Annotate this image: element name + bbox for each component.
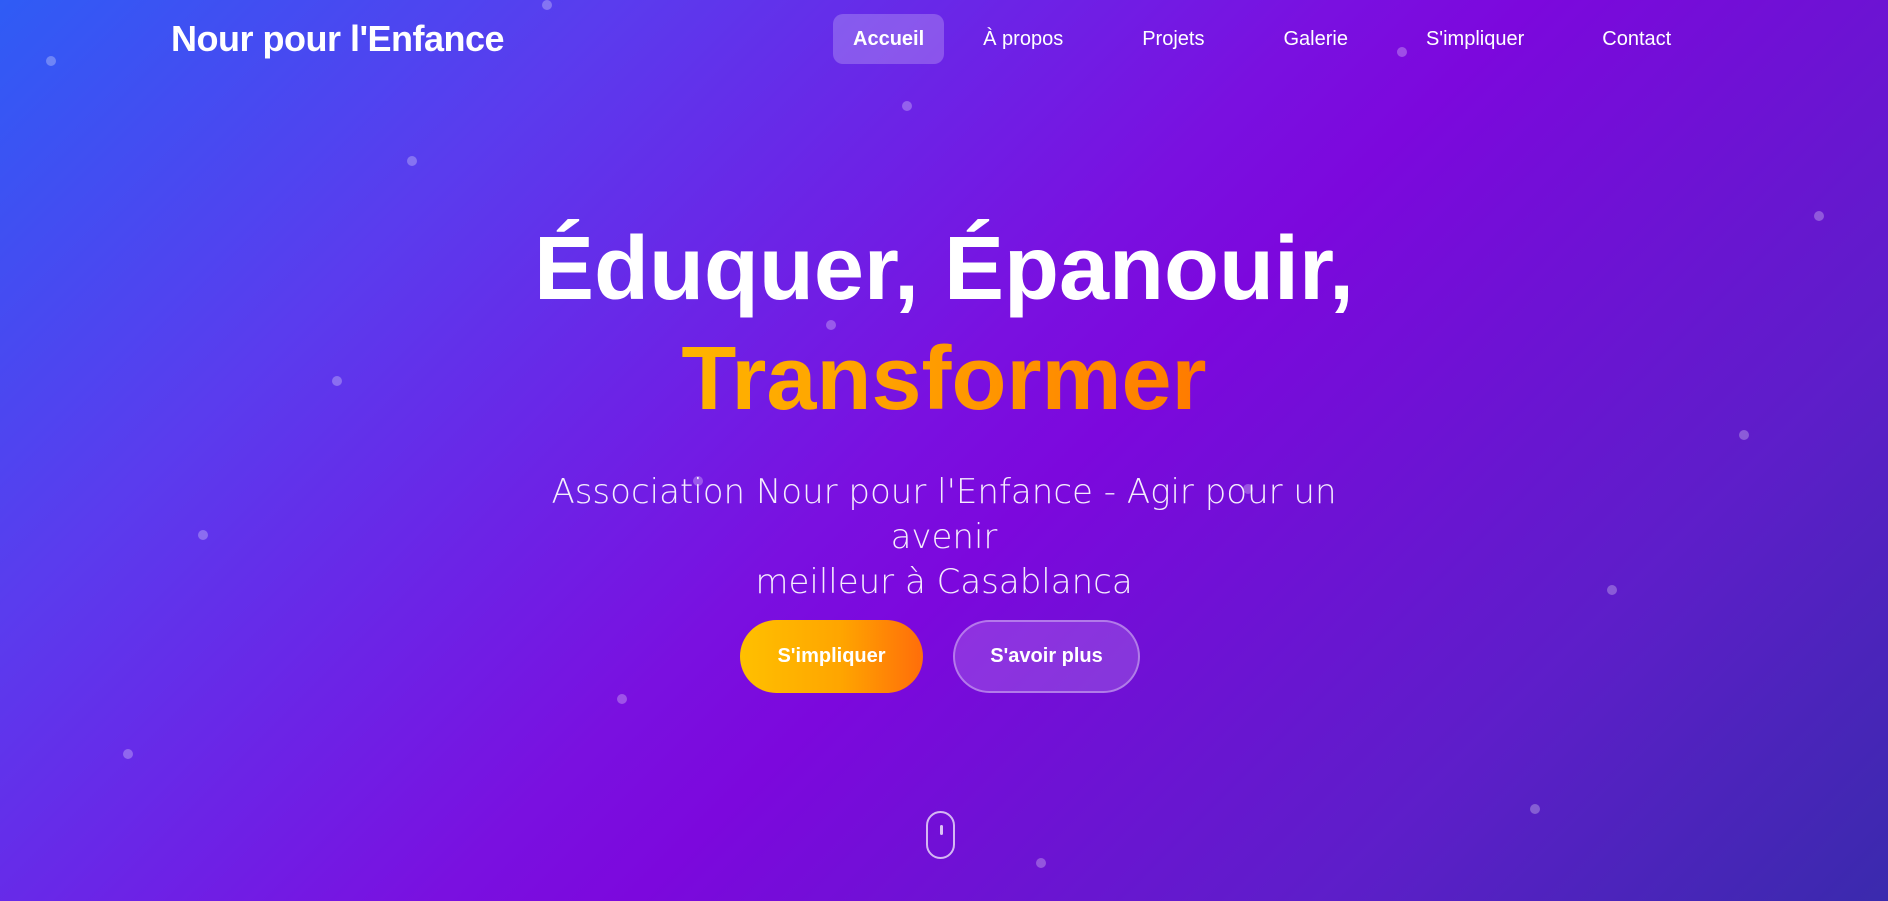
savoir-plus-button[interactable]: S'avoir plus	[953, 620, 1140, 693]
particle-dot	[1530, 804, 1540, 814]
nav-item-s-impliquer[interactable]: S'impliquer	[1406, 14, 1544, 64]
hero-headline: Éduquer, Épanouir,	[533, 219, 1355, 319]
main-nav: Accueil À propos Projets Galerie S'impli…	[833, 14, 1691, 64]
hero-subtitle-line1: Association Nour pour l'Enfance - Agir p…	[551, 472, 1337, 557]
particle-dot	[198, 530, 208, 540]
hero-headline-accent-text: Transformer	[681, 329, 1207, 429]
hero-headline-accent: Transformer	[0, 324, 1888, 434]
particle-dot	[407, 156, 417, 166]
nav-item-contact[interactable]: Contact	[1582, 14, 1691, 64]
particle-dot	[1036, 858, 1046, 868]
nav-item-projets[interactable]: Projets	[1122, 14, 1224, 64]
particle-dot	[617, 694, 627, 704]
hero-subtitle-line2: meilleur à Casablanca	[755, 562, 1133, 602]
site-logo-text[interactable]: Nour pour l'Enfance	[171, 18, 505, 60]
mouse-scroll-icon[interactable]	[926, 811, 955, 859]
particle-dot	[123, 749, 133, 759]
mouse-wheel	[940, 825, 943, 835]
particle-dot	[542, 0, 552, 10]
s-impliquer-button[interactable]: S'impliquer	[740, 620, 923, 693]
particle-dot	[902, 101, 912, 111]
nav-item-galerie[interactable]: Galerie	[1263, 14, 1367, 64]
nav-item-accueil[interactable]: Accueil	[833, 14, 945, 64]
nav-item-a-propos[interactable]: À propos	[963, 14, 1083, 64]
hero-section: Nour pour l'Enfance Accueil À propos Pro…	[0, 0, 1888, 901]
hero-subtitle: Association Nour pour l'Enfance - Agir p…	[494, 470, 1394, 605]
particle-dot	[46, 56, 56, 66]
particle-dot	[1607, 585, 1617, 595]
